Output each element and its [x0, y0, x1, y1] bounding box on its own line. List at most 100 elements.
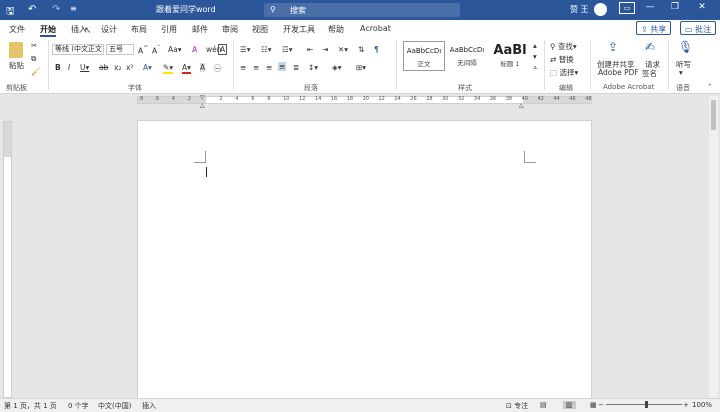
avatar[interactable] — [594, 3, 607, 16]
text-effects-icon[interactable]: A▾ — [143, 63, 152, 72]
scrollbar-thumb[interactable] — [711, 100, 716, 130]
line-spacing-icon[interactable]: ↕▾ — [308, 63, 318, 72]
subscript-icon[interactable]: x₂ — [114, 63, 121, 72]
style-heading-1[interactable]: AaBl 标题 1 — [489, 41, 531, 71]
align-center-icon[interactable]: ≡ — [253, 63, 259, 72]
read-mode-icon[interactable]: ▤ — [540, 401, 547, 409]
vertical-scrollbar[interactable] — [709, 96, 718, 398]
bullets-icon[interactable]: ☰▾ — [240, 45, 251, 54]
language-status[interactable]: 中文(中国) — [98, 401, 131, 411]
share-button[interactable]: ⇪ 共享 — [636, 21, 672, 35]
highlight-icon[interactable]: ✎▾ — [163, 63, 174, 74]
tab-view[interactable]: 视图 — [252, 24, 268, 35]
dictate-dropdown-icon[interactable]: ▾ — [679, 68, 683, 77]
char-border-icon[interactable]: A — [218, 44, 228, 55]
tab-references[interactable]: 引用 — [161, 24, 177, 35]
enclose-char-icon[interactable]: ㊀ — [214, 63, 222, 74]
font-size-combo[interactable]: 五号 — [106, 44, 134, 55]
ribbon-display-options-icon[interactable]: ▭ — [619, 2, 635, 14]
borders-icon[interactable]: ⊞▾ — [356, 63, 366, 72]
decrease-indent-icon[interactable]: ⇤ — [307, 45, 313, 54]
numbering-icon[interactable]: ☷▾ — [261, 45, 272, 54]
justify-icon[interactable]: ≡ — [278, 62, 287, 71]
italic-icon[interactable]: I — [68, 63, 70, 72]
microphone-icon[interactable]: 🎙 — [678, 40, 693, 54]
close-icon[interactable]: ✕ — [694, 2, 710, 12]
save-icon[interactable]: 🖫 — [6, 4, 15, 21]
zoom-slider[interactable] — [606, 404, 682, 405]
insert-mode[interactable]: 插入 — [142, 401, 156, 411]
search-box[interactable]: ⚲ 搜索 — [264, 3, 460, 17]
restore-icon[interactable]: ❐ — [667, 2, 683, 12]
tab-design[interactable]: 设计 — [101, 24, 117, 35]
undo-icon[interactable]: ↶ — [28, 4, 36, 15]
align-right-icon[interactable]: ≡ — [266, 63, 272, 72]
request-signature-icon[interactable]: ✍ — [645, 40, 655, 54]
multilevel-list-icon[interactable]: ☲▾ — [282, 45, 293, 54]
select-button[interactable]: ⬚ 选择▾ — [550, 67, 578, 78]
indent-marker-icon[interactable]: ▽ — [200, 94, 205, 101]
tab-file[interactable]: 文件 — [9, 24, 25, 35]
word-count[interactable]: 0 个字 — [68, 401, 89, 411]
show-marks-icon[interactable]: ¶ — [374, 45, 379, 54]
user-name[interactable]: 赞 王 — [570, 4, 589, 15]
web-layout-icon[interactable]: ▦ — [590, 401, 597, 409]
sort-icon[interactable]: ⇅ — [358, 45, 364, 54]
superscript-icon[interactable]: x² — [126, 63, 133, 72]
redo-icon[interactable]: ↷ — [52, 4, 60, 15]
minimize-icon[interactable]: — — [642, 2, 658, 12]
increase-indent-icon[interactable]: ⇥ — [322, 45, 328, 54]
focus-mode-button[interactable]: ⊡ 专注 — [506, 401, 528, 411]
char-shading-icon[interactable]: A — [200, 63, 206, 72]
change-case-icon[interactable]: Aa▾ — [168, 45, 182, 54]
comments-button[interactable]: ▭ 批注 — [680, 21, 717, 35]
tab-mailings[interactable]: 邮件 — [192, 24, 208, 35]
chinese-layout-icon[interactable]: ✕▾ — [338, 45, 348, 54]
tab-layout[interactable]: 布局 — [131, 24, 147, 35]
right-indent-icon[interactable]: △ — [519, 102, 524, 109]
bold-icon[interactable]: B — [55, 63, 61, 72]
document-page[interactable] — [137, 120, 592, 400]
hanging-indent-icon[interactable]: △ — [200, 102, 205, 109]
vertical-ruler[interactable] — [3, 121, 12, 398]
paste-icon[interactable] — [9, 42, 23, 58]
zoom-level[interactable]: 100% — [692, 401, 712, 409]
format-painter-icon[interactable]: 🖌 — [31, 67, 41, 76]
focus-icon: ⊡ — [506, 402, 512, 410]
customize-qat-icon[interactable]: ≡ — [70, 4, 77, 13]
styles-more-icon[interactable]: ⩡ — [533, 63, 537, 73]
distributed-icon[interactable]: ≣ — [293, 63, 299, 72]
font-color-icon[interactable]: A▾ — [182, 63, 191, 74]
print-layout-icon[interactable]: ▥ — [563, 401, 576, 409]
paste-label[interactable]: 粘贴 — [9, 60, 24, 71]
style-no-spacing[interactable]: AaBbCcDı 无间隔 — [446, 41, 488, 71]
font-name-combo[interactable]: 等线 (中文正文 — [52, 44, 104, 55]
font-increase-icon[interactable]: A^ — [138, 45, 148, 56]
styles-scroll-up-icon[interactable]: ▴ — [533, 41, 537, 50]
create-pdf-icon[interactable]: ⇪ — [608, 40, 618, 54]
zoom-in-icon[interactable]: + — [683, 401, 689, 409]
style-normal[interactable]: AaBbCcDı 正文 — [403, 41, 445, 71]
replace-button[interactable]: ⇄ 替换 — [550, 54, 574, 65]
underline-icon[interactable]: U▾ — [80, 63, 89, 72]
tab-help[interactable]: 帮助 — [328, 24, 344, 35]
collapse-ribbon-icon[interactable]: ˄ — [708, 83, 712, 92]
styles-scroll-down-icon[interactable]: ▾ — [533, 52, 537, 61]
zoom-out-icon[interactable]: − — [598, 401, 604, 409]
page-count[interactable]: 第 1 页，共 1 页 — [4, 401, 57, 411]
tab-developer[interactable]: 开发工具 — [283, 24, 315, 35]
clear-format-icon[interactable]: A̷ — [192, 45, 197, 54]
font-decrease-icon[interactable]: Aˇ — [152, 45, 160, 56]
find-button[interactable]: ⚲ 查找▾ — [550, 41, 577, 52]
tab-acrobat[interactable]: Acrobat — [360, 24, 391, 33]
shading-icon[interactable]: ◈▾ — [332, 63, 342, 72]
request-sign-label-2[interactable]: 签名 — [642, 68, 657, 79]
create-pdf-label-2[interactable]: Adobe PDF — [598, 68, 639, 77]
tab-review[interactable]: 审阅 — [222, 24, 238, 35]
zoom-slider-thumb[interactable] — [645, 401, 648, 408]
copy-icon[interactable]: ⧉ — [31, 54, 36, 64]
cut-icon[interactable]: ✂ — [31, 41, 37, 50]
tab-home[interactable]: 开始 — [40, 24, 56, 37]
align-left-icon[interactable]: ≡ — [240, 63, 246, 72]
strikethrough-icon[interactable]: ab — [99, 63, 108, 72]
